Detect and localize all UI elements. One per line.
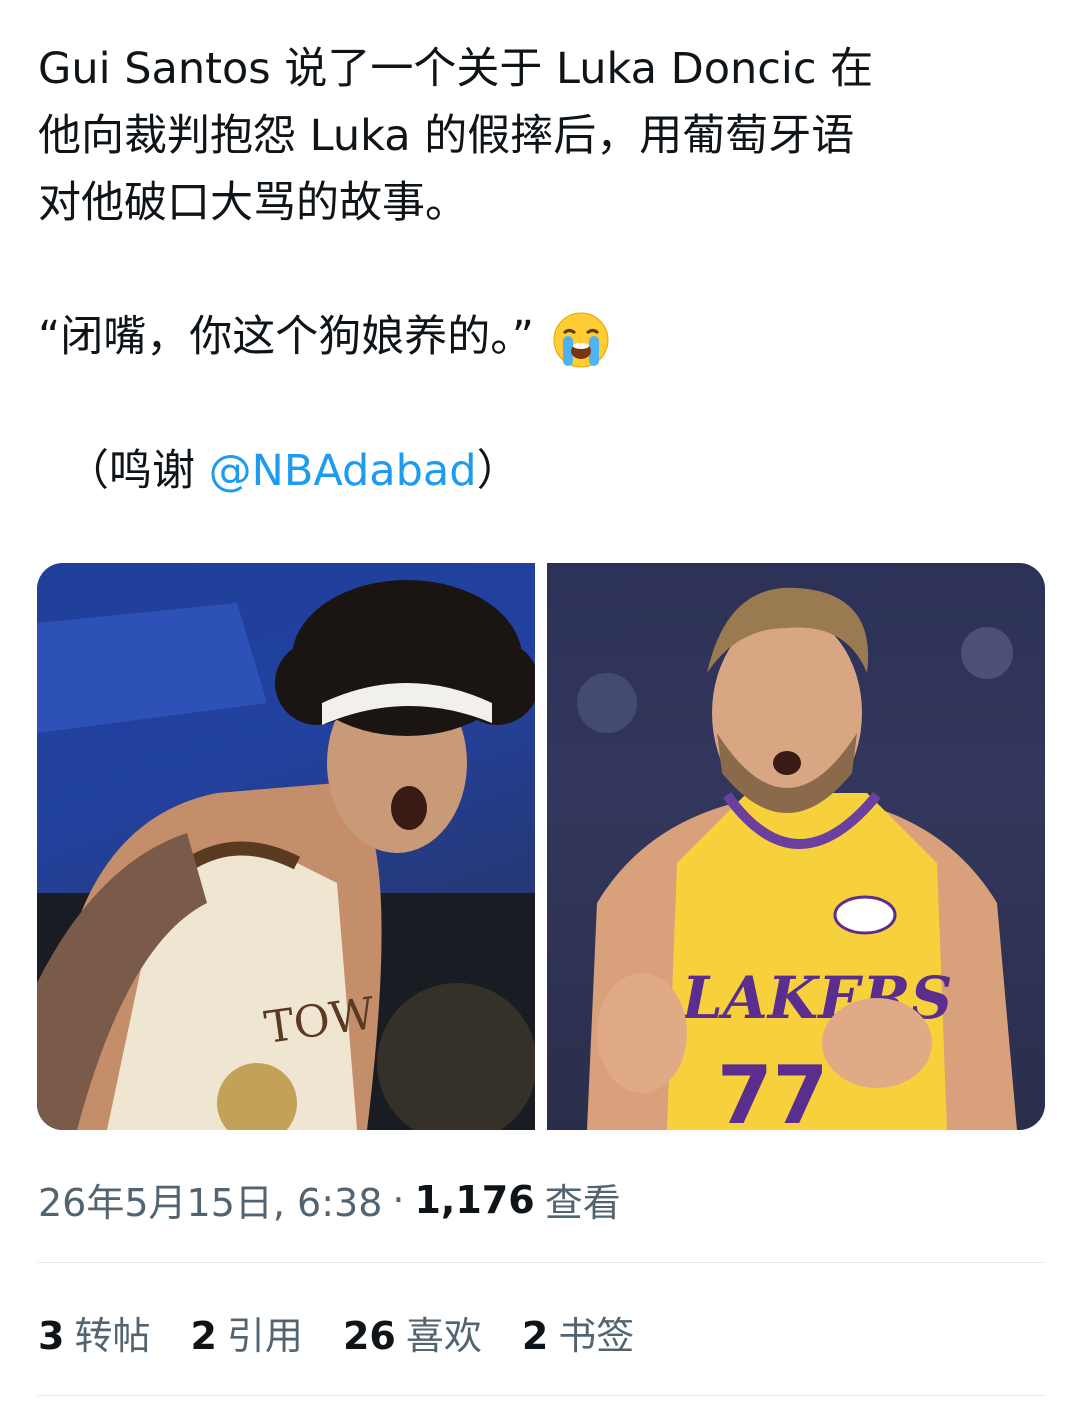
likes-stat[interactable]: 26 喜欢 [343, 1305, 482, 1360]
loudly-crying-face-icon [552, 311, 610, 369]
tweet-credit: （鸣谢 @NBAdabad） [38, 438, 1048, 505]
tweet-date[interactable]: 26年5月15日, 6:38 [38, 1172, 382, 1227]
reposts-label: 转帖 [74, 1314, 151, 1358]
reposts-stat[interactable]: 3 转帖 [38, 1305, 150, 1360]
views-count: 1,176 [414, 1177, 535, 1222]
bookmarks-stat[interactable]: 2 书签 [522, 1305, 634, 1360]
quote-text: “闭嘴，你这个狗娘养的。” [38, 312, 535, 362]
tweet-stats: 3 转帖 2 引用 26 喜欢 2 书签 [38, 1305, 634, 1360]
tweet-line-3: 对他破口大骂的故事。 [38, 178, 468, 228]
quotes-stat[interactable]: 2 引用 [190, 1305, 302, 1360]
tweet-line-2: 他向裁判抱怨 Luka 的假摔后，用葡萄牙语 [38, 111, 855, 161]
views-label: 查看 [544, 1181, 621, 1225]
photo-luka-doncic[interactable]: LAKERS 77 [547, 563, 1045, 1130]
bookmarks-count: 2 [521, 1314, 549, 1358]
divider-top [38, 1262, 1044, 1263]
quotes-label: 引用 [226, 1314, 303, 1358]
bookmarks-label: 书签 [558, 1314, 635, 1358]
likes-label: 喜欢 [405, 1314, 482, 1358]
tweet-line-1: Gui Santos 说了一个关于 Luka Doncic 在 [38, 44, 874, 94]
credit-suffix: ） [476, 446, 520, 496]
tweet-quote: “闭嘴，你这个狗娘养的。” [38, 304, 1048, 371]
divider-bottom [38, 1395, 1044, 1396]
quotes-count: 2 [190, 1314, 217, 1358]
svg-text:77: 77 [717, 1049, 828, 1130]
mention-link[interactable]: @NBAdabad [209, 446, 477, 496]
photo-gui-santos[interactable]: TOW [37, 563, 535, 1130]
tweet-meta: 26年5月15日, 6:38 · 1,176 查看 [38, 1172, 621, 1227]
tweet-text: Gui Santos 说了一个关于 Luka Doncic 在 他向裁判抱怨 L… [38, 36, 1048, 505]
credit-prefix: （鸣谢 [66, 446, 209, 496]
meta-separator: · [392, 1177, 405, 1222]
reposts-count: 3 [38, 1314, 65, 1358]
likes-count: 26 [342, 1314, 396, 1358]
tweet-media[interactable]: TOW LAKERS 77 [37, 563, 1045, 1130]
